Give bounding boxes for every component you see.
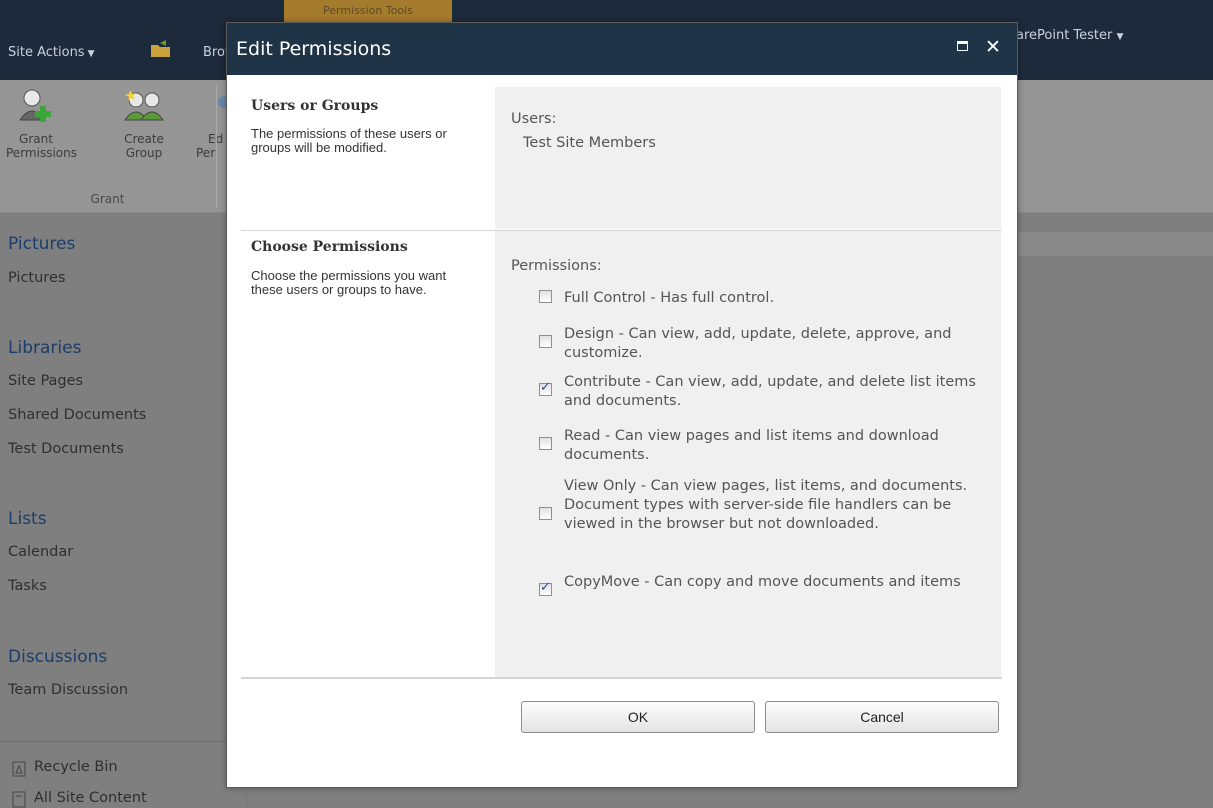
permission-option-label: Design - Can view, add, update, delete, … (564, 326, 952, 361)
edit-permissions-icon (218, 96, 226, 108)
edit-permissions-button[interactable]: Ed Per (196, 88, 226, 160)
ribbon-label: Permissions (6, 146, 77, 160)
nav-heading-pictures[interactable]: Pictures (8, 234, 75, 254)
ribbon-label: Create (124, 132, 164, 146)
ribbon-label: Ed (196, 132, 226, 146)
all-site-content-icon (12, 791, 26, 808)
permission-option-label: Full Control - Has full control. (564, 290, 775, 306)
browse-tab[interactable]: Browse (203, 45, 228, 60)
dialog-title: Edit Permissions (236, 38, 392, 60)
checkbox[interactable] (539, 580, 552, 596)
checkbox[interactable] (539, 380, 552, 396)
checkbox[interactable] (539, 290, 552, 303)
maximize-icon[interactable] (957, 41, 968, 51)
ribbon-label: Grant (19, 132, 53, 146)
ribbon-group-label: Grant (90, 192, 125, 206)
permissions-section-field-column: Permissions: Full Control - Has full con… (495, 231, 1001, 677)
grant-permissions-button[interactable]: Grant Permissions (6, 88, 77, 160)
permissions-section-label-column: Choose Permissions Choose the permission… (241, 231, 495, 677)
users-section: Users or Groups The permissions of these… (241, 87, 1002, 229)
ribbon-label: Group (125, 146, 163, 160)
permissions-section-description: Choose the permissions you want these us… (251, 268, 447, 297)
user-name: arePoint Tester (1016, 28, 1113, 43)
users-section-title: Users or Groups (251, 98, 379, 114)
permission-option-label: View Only - Can view pages, list items, … (564, 478, 968, 532)
nav-item-team-discussion[interactable]: Team Discussion (8, 682, 128, 698)
users-label: Users: (511, 111, 557, 127)
nav-heading-discussions[interactable]: Discussions (8, 647, 107, 667)
permissions-label: Permissions: (511, 258, 602, 274)
permission-option-label: CopyMove - Can copy and move documents a… (564, 574, 961, 590)
nav-item-site-pages[interactable]: Site Pages (8, 373, 83, 389)
nav-item-test-documents[interactable]: Test Documents (8, 441, 124, 457)
permissions-section: Choose Permissions Choose the permission… (241, 231, 1002, 677)
chevron-down-icon: ▼ (1116, 32, 1124, 42)
nav-item-recycle-bin[interactable]: Recycle Bin (34, 759, 118, 775)
cancel-button[interactable]: Cancel (765, 701, 999, 733)
ribbon-label: Per (196, 146, 216, 160)
permissions-section-title: Choose Permissions (251, 239, 408, 255)
nav-item-all-site-content[interactable]: All Site Content (34, 790, 147, 806)
edit-permissions-dialog: Edit Permissions ✕ Users or Groups The p… (226, 22, 1018, 788)
nav-heading-libraries[interactable]: Libraries (8, 338, 81, 358)
checkbox[interactable] (539, 335, 552, 348)
nav-item-shared-documents[interactable]: Shared Documents (8, 407, 146, 423)
dialog-title-bar: Edit Permissions ✕ (227, 23, 1017, 75)
nav-divider (0, 741, 230, 742)
checkbox[interactable] (539, 437, 552, 450)
close-icon[interactable]: ✕ (985, 32, 1001, 62)
nav-item-tasks[interactable]: Tasks (8, 578, 47, 594)
nav-item-pictures[interactable]: Pictures (8, 270, 65, 286)
users-section-description: The permissions of these users or groups… (251, 126, 447, 155)
left-navigation: Pictures Pictures Libraries Site Pages S… (0, 213, 230, 808)
checkbox[interactable] (539, 507, 552, 520)
users-value: Test Site Members (523, 135, 656, 151)
site-actions-menu[interactable]: Site Actions ▼ (8, 45, 95, 60)
permission-tools-tab[interactable]: Permission Tools (284, 0, 452, 22)
users-section-field-column: Users: Test Site Members (495, 87, 1001, 229)
ribbon-divider (216, 86, 217, 208)
user-menu[interactable]: arePoint Tester ▼ (1016, 28, 1123, 43)
nav-item-calendar[interactable]: Calendar (8, 544, 73, 560)
permission-option-label: Contribute - Can view, add, update, and … (564, 374, 976, 409)
permission-option-label: Read - Can view pages and list items and… (564, 428, 939, 463)
ok-button[interactable]: OK (521, 701, 755, 733)
recycle-bin-icon (12, 761, 26, 777)
site-actions-label: Site Actions (8, 45, 85, 60)
chevron-down-icon: ▼ (87, 49, 95, 59)
users-section-label-column: Users or Groups The permissions of these… (241, 87, 495, 229)
navigate-up-folder-icon[interactable] (150, 40, 172, 58)
nav-heading-lists[interactable]: Lists (8, 509, 47, 529)
dialog-footer-divider (241, 677, 1002, 679)
create-group-button[interactable]: Create Group (114, 88, 174, 160)
create-group-icon (124, 90, 164, 121)
grant-permissions-icon (19, 89, 51, 122)
